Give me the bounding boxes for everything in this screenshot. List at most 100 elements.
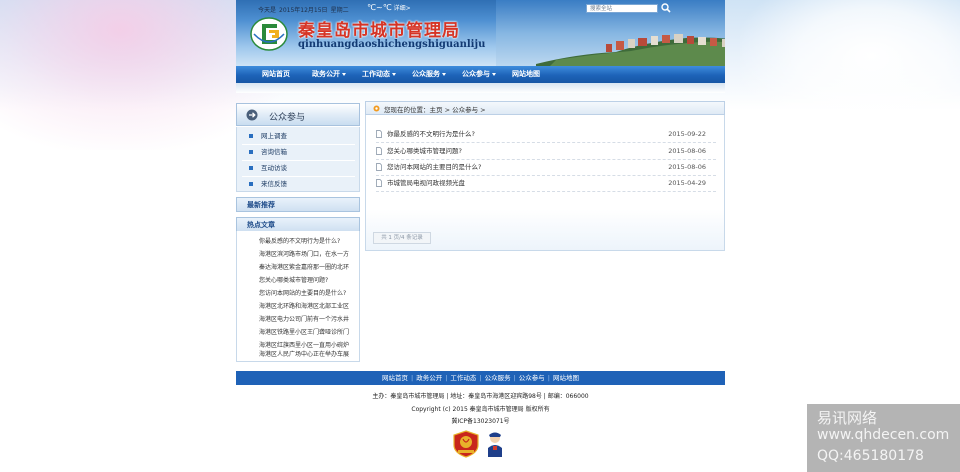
hot-article-title: 秦达海港区紫金嘉府那一圈的北环: [259, 264, 350, 271]
divider: [376, 142, 716, 143]
site-name-pinyin: qinhuangdaoshichengshiguanliju: [298, 39, 486, 50]
party-government-badge-icon[interactable]: [452, 430, 480, 458]
article-title: 您访问本网站的主要目的是什么?: [387, 163, 482, 171]
article-date: 2015-09-22: [668, 130, 706, 138]
article-row[interactable]: 您关心哪类城市管理问题? 2015-08-06: [376, 144, 716, 158]
footer-nav: 网站首页 | 政务公开 | 工作动态 | 公众服务 | 公众参与 | 网站地图: [236, 371, 725, 385]
nav-item-public-participation[interactable]: 公众参与: [462, 66, 496, 83]
pagination-info: 共 1 页/4 条记录: [373, 232, 431, 244]
hot-articles-list: 你最反感的不文明行为是什么? 海港区滨河路市场门口，在水一方 秦达海港区紫金嘉府…: [236, 231, 360, 362]
breadcrumb-text: 您现在的位置：主页 > 公众参与 >: [384, 106, 486, 114]
weekday-text: 星期二: [330, 7, 349, 14]
hot-article-item[interactable]: 海港区北环路和海港区北部工业区: [259, 301, 357, 313]
footer-address: 主办：秦皇岛市城市管理局 | 地址：秦皇岛市海港区迎宾路98号 | 邮编：066…: [372, 393, 589, 400]
hot-article-item[interactable]: 海港区电力公司门前有一个污水井: [259, 314, 357, 326]
hot-article-title: 海港区滨河路市场门口，在水一方: [259, 251, 350, 258]
footer-link-public-service[interactable]: 公众服务: [485, 374, 511, 382]
watermark-url: www.qhdecen.com: [817, 427, 950, 443]
article-date: 2015-08-06: [668, 163, 706, 171]
footer-link-public-participation[interactable]: 公众参与: [519, 374, 545, 382]
nav-item-label: 工作动态: [362, 70, 390, 78]
dropdown-arrow-icon: [492, 72, 496, 76]
footer-link-gov-open[interactable]: 政务公开: [416, 374, 442, 382]
separator: |: [479, 374, 482, 382]
nav-item-label: 政务公开: [312, 70, 340, 78]
sidebar-item-mailbox[interactable]: 咨询信箱: [249, 145, 361, 160]
date-label: 今天是: [258, 7, 277, 14]
sidebar-title-text: 公众参与: [269, 113, 306, 123]
weather-detail-link[interactable]: 详细>: [394, 5, 411, 12]
background-glow-right: [740, 0, 960, 140]
hot-article-title: 您访问本网站的主要目的是什么?: [259, 290, 347, 297]
nav-item-label: 网站首页: [262, 70, 290, 78]
bullet-square-icon: [249, 134, 253, 138]
hot-article-title: 您关心哪类城市管理问题?: [259, 277, 329, 284]
cg-logo-icon: [250, 17, 288, 51]
site-search-input[interactable]: 搜索全站: [586, 4, 658, 13]
document-icon: [376, 163, 382, 171]
sidebar-item-survey[interactable]: 网上调查: [249, 129, 361, 144]
hot-article-item[interactable]: 您关心哪类城市管理问题?: [259, 275, 357, 287]
date-text: 2015年12月15日: [279, 7, 328, 14]
hot-article-item[interactable]: 海港区铁路里小区王门聋哑诊所门: [259, 327, 357, 339]
hot-article-item[interactable]: 您访问本网站的主要目的是什么?: [259, 288, 357, 300]
article-date: 2015-08-06: [668, 147, 706, 155]
footer-link-home[interactable]: 网站首页: [382, 374, 408, 382]
breadcrumb: 您现在的位置：主页 > 公众参与 >: [365, 101, 725, 115]
weather-temp: ℃~℃: [367, 3, 392, 12]
dropdown-arrow-icon: [342, 72, 346, 76]
article-date: 2015-04-29: [668, 179, 706, 187]
dropdown-arrow-icon: [392, 72, 396, 76]
hot-article-item[interactable]: 你最反感的不文明行为是什么?: [259, 236, 357, 248]
sidebar-item-label: 来信反馈: [261, 180, 287, 188]
article-list-panel: 你最反感的不文明行为是什么? 2015-09-22 您关心哪类城市管理问题? 2…: [365, 115, 725, 251]
footer-copyright: Copyright (c) 2015 秦皇岛市城市管理局 版权所有: [411, 406, 550, 413]
recommend-title: 最新推荐: [247, 201, 275, 209]
bullet-square-icon: [249, 166, 253, 170]
sidebar-item-label: 咨询信箱: [261, 148, 287, 156]
nav-item-work-news[interactable]: 工作动态: [362, 66, 396, 83]
footer-icp[interactable]: 冀ICP备13023071号: [236, 416, 725, 425]
recommend-header: 最新推荐: [236, 197, 360, 212]
nav-item-label: 公众参与: [462, 70, 490, 78]
weather-widget: ℃~℃ 详细>: [367, 3, 411, 12]
hot-article-item[interactable]: 海港区滨河路市场门口，在水一方: [259, 249, 357, 261]
home-marker-icon: [373, 105, 380, 112]
hot-article-title: 海港区电力公司门前有一个污水井: [259, 316, 350, 323]
watermark-name: 易讯网络: [817, 409, 878, 427]
separator: |: [410, 374, 414, 382]
nav-item-label: 网站地图: [512, 70, 540, 78]
footer-link-work-news[interactable]: 工作动态: [450, 374, 476, 382]
date-info: 今天是 2015年12月15日 星期二: [258, 5, 352, 14]
police-badge-icon[interactable]: [485, 431, 505, 457]
island-scenery-image: [536, 34, 725, 66]
article-title: 你最反感的不文明行为是什么?: [387, 130, 475, 138]
separator: |: [513, 374, 516, 382]
main-nav: 网站首页 政务公开 工作动态 公众服务 公众参与 网站地图: [236, 66, 725, 83]
document-icon: [376, 130, 382, 138]
footer-link-sitemap[interactable]: 网站地图: [553, 374, 579, 382]
sidebar-title: 公众参与: [236, 103, 360, 126]
sidebar-menu: 网上调查 咨询信箱 互动访谈 来信反馈: [236, 127, 360, 192]
hot-article-item[interactable]: 秦达海港区紫金嘉府那一圈的北环: [259, 262, 357, 274]
article-row[interactable]: 您访问本网站的主要目的是什么? 2015-08-06: [376, 160, 716, 174]
article-row[interactable]: 市城管局电视问政视频光盘 2015-04-29: [376, 176, 716, 190]
dropdown-arrow-icon: [442, 72, 446, 76]
hot-articles-header: 热点文章: [236, 217, 360, 232]
hot-articles-title: 热点文章: [247, 221, 275, 229]
nav-item-gov-open[interactable]: 政务公开: [312, 66, 346, 83]
sidebar-item-feedback[interactable]: 来信反馈: [249, 177, 361, 192]
article-title: 您关心哪类城市管理问题?: [387, 147, 462, 155]
nav-item-home[interactable]: 网站首页: [262, 66, 290, 83]
watermark-overlay: 易讯网络 www.qhdecen.com QQ:465180178: [807, 404, 960, 472]
search-icon[interactable]: [661, 3, 671, 13]
nav-item-sitemap[interactable]: 网站地图: [512, 66, 540, 83]
watermark-qq: QQ:465180178: [817, 448, 924, 464]
article-row[interactable]: 你最反感的不文明行为是什么? 2015-09-22: [376, 127, 716, 141]
sidebar-item-interview[interactable]: 互动访谈: [249, 161, 361, 176]
nav-item-public-service[interactable]: 公众服务: [412, 66, 446, 83]
site-name: 秦皇岛市城市管理局: [298, 21, 460, 41]
hot-article-item[interactable]: 海港区人民广场中心正在举办车展: [259, 349, 357, 361]
bullet-square-icon: [249, 182, 253, 186]
divider: [376, 191, 716, 192]
